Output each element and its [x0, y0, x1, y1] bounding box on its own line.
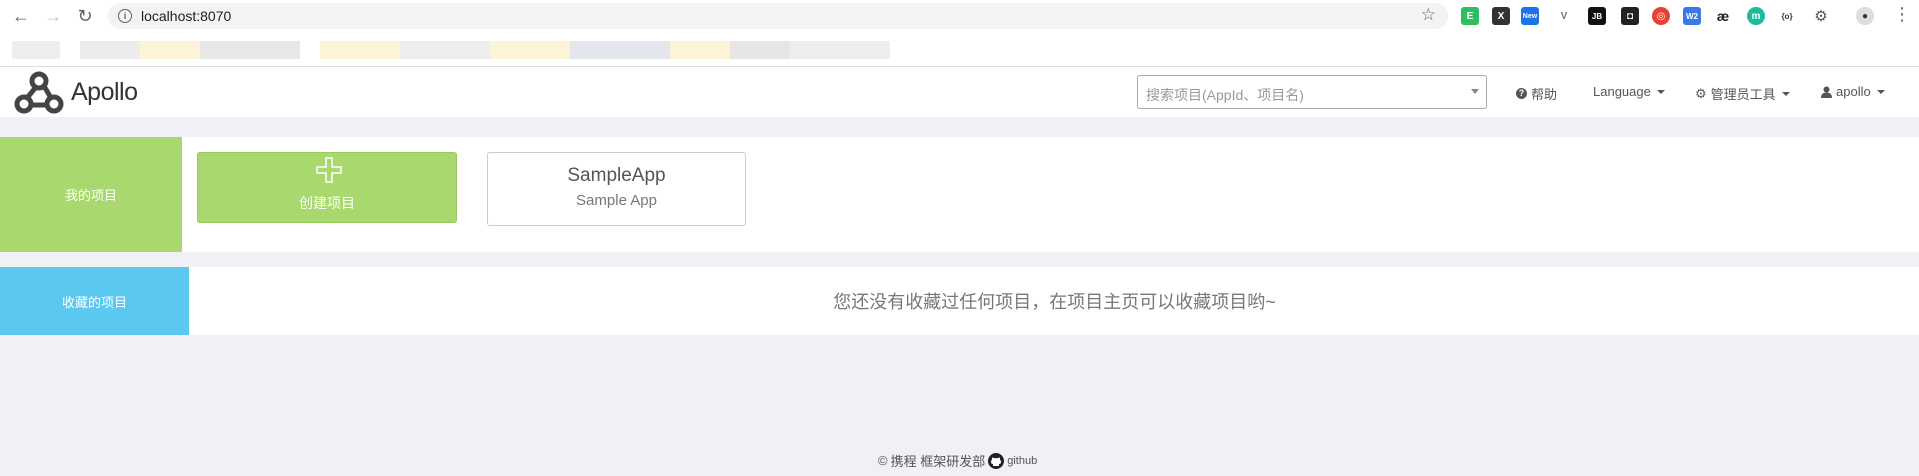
tiny-extension-icon[interactable]: ◘: [1621, 7, 1639, 25]
help-link[interactable]: ? 帮助: [1516, 84, 1557, 103]
ae-extension-icon[interactable]: æ: [1714, 7, 1732, 25]
language-dropdown[interactable]: Language: [1593, 84, 1665, 99]
copyright-icon: ©: [878, 453, 888, 468]
project-search-select[interactable]: 搜索项目(AppId、项目名): [1137, 75, 1487, 109]
app-card-sampleapp[interactable]: SampleApp Sample App: [487, 152, 746, 226]
admin-tools-dropdown[interactable]: ⚙ 管理员工具: [1695, 84, 1790, 103]
bookmark-item[interactable]: [570, 41, 670, 59]
favorites-empty-message: 您还没有收藏过任何项目，在项目主页可以收藏项目哟~: [833, 292, 1276, 312]
site-info-icon[interactable]: i: [118, 9, 132, 23]
browser-menu-icon[interactable]: ⋮: [1893, 4, 1911, 25]
vue-extension-icon[interactable]: V: [1555, 7, 1573, 25]
caret-down-icon: [1876, 89, 1885, 94]
x-extension-icon[interactable]: X: [1492, 7, 1510, 25]
bookmark-item[interactable]: [790, 41, 890, 59]
app-logo-text[interactable]: Apollo: [71, 78, 138, 107]
admin-tools-label: 管理员工具: [1710, 87, 1776, 102]
user-dropdown[interactable]: apollo: [1821, 84, 1885, 99]
create-project-label: 创建项目: [299, 195, 355, 211]
bookmark-item[interactable]: [490, 41, 570, 59]
forward-icon[interactable]: →: [41, 4, 65, 28]
address-bar[interactable]: i localhost:8070 ☆: [108, 3, 1448, 29]
jb-extension-icon[interactable]: JB: [1588, 7, 1606, 25]
m-extension-icon[interactable]: m: [1747, 7, 1765, 25]
browser-chrome: ← → ↻ i localhost:8070 ☆ E X New V JB ◘ …: [0, 0, 1919, 67]
bookmark-item[interactable]: [320, 41, 400, 59]
new-extension-icon[interactable]: New: [1521, 7, 1539, 25]
language-label: Language: [1593, 84, 1651, 99]
chevron-down-icon: [1471, 89, 1479, 94]
bookmark-item[interactable]: [400, 41, 490, 59]
bookmarks-bar: [12, 40, 890, 60]
bookmark-item[interactable]: [80, 41, 140, 59]
app-header: Apollo 搜索项目(AppId、项目名) ? 帮助 Language ⚙ 管…: [0, 67, 1919, 117]
back-icon[interactable]: ←: [9, 4, 33, 28]
w2-extension-icon[interactable]: W2: [1683, 7, 1701, 25]
reload-icon[interactable]: ↻: [73, 4, 97, 28]
caret-down-icon: [1656, 89, 1665, 94]
evernote-extension-icon[interactable]: E: [1461, 7, 1479, 25]
apollo-logo-icon[interactable]: [14, 70, 64, 116]
bookmark-item[interactable]: [12, 41, 60, 59]
my-projects-section: 我的项目 创建项目 SampleApp Sample App: [0, 137, 1919, 252]
help-label: 帮助: [1531, 87, 1558, 102]
app-card-name: SampleApp: [567, 165, 666, 186]
create-project-button[interactable]: 创建项目: [197, 152, 457, 223]
github-icon[interactable]: [988, 452, 1005, 469]
bookmark-star-icon[interactable]: ☆: [1421, 5, 1436, 25]
app-card-description: Sample App: [576, 192, 657, 209]
profile-avatar-icon[interactable]: ●: [1856, 7, 1874, 25]
address-text: localhost:8070: [141, 8, 232, 24]
gear-icon: ⚙: [1695, 85, 1707, 101]
settings-extension-icon[interactable]: ⚙: [1812, 7, 1830, 25]
caret-down-icon: [1781, 91, 1790, 96]
user-icon: [1821, 86, 1832, 98]
bookmark-item[interactable]: [140, 41, 200, 59]
chrome-extension-icon[interactable]: ◎: [1652, 7, 1670, 25]
question-circle-icon: ?: [1516, 88, 1527, 99]
user-label: apollo: [1836, 84, 1871, 99]
favorites-label: 收藏的项目: [0, 267, 189, 335]
my-projects-label: 我的项目: [0, 137, 182, 252]
json-extension-icon[interactable]: {o}: [1778, 7, 1796, 25]
bookmark-item[interactable]: [670, 41, 730, 59]
footer-github-link[interactable]: github: [1007, 455, 1037, 467]
bookmark-item[interactable]: [730, 41, 790, 59]
search-placeholder: 搜索项目(AppId、项目名): [1146, 87, 1304, 103]
bookmark-item[interactable]: [200, 41, 300, 59]
footer: © 携程 框架研发部 github: [878, 451, 1037, 470]
favorites-section: 收藏的项目 您还没有收藏过任何项目，在项目主页可以收藏项目哟~: [0, 267, 1919, 335]
plus-icon: [316, 157, 342, 183]
footer-company: 携程 框架研发部: [890, 454, 986, 469]
